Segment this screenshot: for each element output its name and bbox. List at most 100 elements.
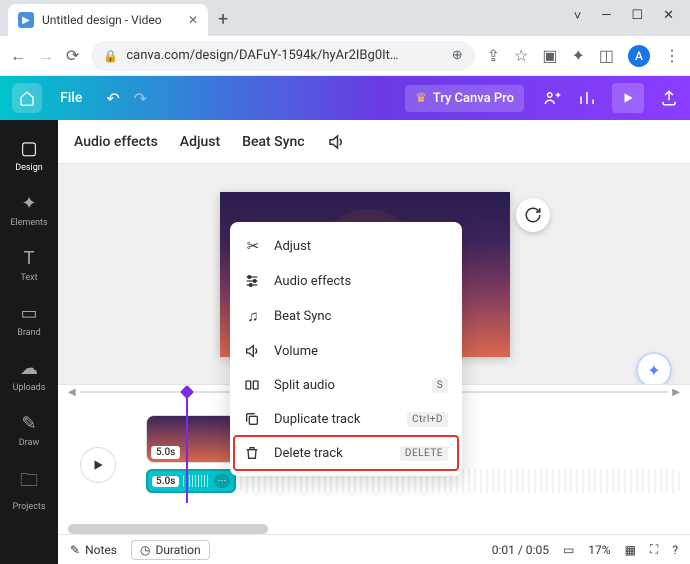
uploads-icon: ☁: [20, 358, 38, 379]
install-icon[interactable]: ▣: [542, 46, 557, 65]
sidebar-item-elements[interactable]: ✦ Elements: [0, 185, 58, 236]
design-icon: ▢: [20, 138, 37, 159]
tool-adjust[interactable]: Adjust: [180, 134, 220, 150]
browser-tab-bar: ▶ Untitled design - Video ✕ + ˅ — ☐ ✕: [0, 0, 690, 36]
sidebar-label: Uploads: [13, 383, 46, 393]
scroll-right-icon[interactable]: ▶: [672, 387, 680, 398]
sidebar-item-uploads[interactable]: ☁ Uploads: [0, 350, 58, 401]
share-export-icon[interactable]: [660, 89, 678, 107]
ctx-audio-effects[interactable]: Audio effects: [230, 264, 462, 298]
fullscreen-icon[interactable]: ⛶: [650, 542, 658, 557]
timeline-scrollbar[interactable]: [68, 524, 268, 534]
ctx-volume[interactable]: Volume: [230, 334, 462, 368]
share-icon[interactable]: ⇪: [487, 46, 500, 65]
browser-tab[interactable]: ▶ Untitled design - Video ✕: [8, 4, 208, 36]
elements-icon: ✦: [21, 193, 36, 214]
try-canva-pro-button[interactable]: ♛ Try Canva Pro: [405, 85, 524, 112]
kebab-menu-icon[interactable]: ⋮: [664, 46, 680, 65]
ctx-duplicate-track[interactable]: Duplicate track Ctrl+D: [230, 402, 462, 436]
clock-icon: ◷: [140, 543, 150, 557]
ctx-label: Adjust: [274, 239, 311, 254]
ctx-label: Delete track: [274, 446, 343, 461]
brand-icon: ▭: [20, 303, 37, 324]
extensions-icon[interactable]: ✦: [571, 46, 584, 65]
redo-icon[interactable]: ↷: [134, 89, 147, 108]
sidebar-label: Text: [20, 273, 37, 283]
present-button[interactable]: [612, 83, 644, 113]
file-menu[interactable]: File: [60, 90, 82, 106]
analytics-icon[interactable]: [578, 89, 596, 107]
ctx-beat-sync[interactable]: ♫ Beat Sync: [230, 298, 462, 334]
collaborators-icon[interactable]: [542, 89, 562, 107]
minimize-icon[interactable]: —: [601, 8, 611, 24]
timeline-play-button[interactable]: [80, 447, 116, 483]
scroll-left-icon[interactable]: ◀: [68, 387, 76, 398]
sidebar-item-draw[interactable]: ✎ Draw: [0, 405, 58, 456]
close-window-icon[interactable]: ✕: [663, 8, 674, 24]
audio-clip[interactable]: 5.0s ⋯: [146, 469, 236, 493]
ctx-split-audio[interactable]: Split audio S: [230, 368, 462, 402]
ctx-label: Volume: [274, 344, 318, 359]
sidebar-item-design[interactable]: ▢ Design: [0, 130, 58, 181]
clip-more-icon[interactable]: ⋯: [214, 474, 230, 488]
crown-icon: ♛: [415, 91, 427, 106]
undo-redo-group: ↶ ↷: [106, 89, 147, 108]
new-tab-button[interactable]: +: [218, 9, 228, 36]
sidepanel-icon[interactable]: ◫: [599, 46, 614, 65]
regenerate-button[interactable]: [516, 198, 550, 232]
close-tab-icon[interactable]: ✕: [188, 13, 198, 27]
volume-icon[interactable]: [327, 133, 345, 151]
star-icon[interactable]: ☆: [514, 46, 528, 65]
sidebar-label: Design: [15, 163, 43, 173]
undo-icon[interactable]: ↶: [106, 89, 119, 108]
forward-icon[interactable]: →: [38, 46, 54, 66]
ctx-shortcut: DELETE: [400, 446, 448, 461]
audio-clip-duration: 5.0s: [152, 476, 179, 487]
search-in-page-icon[interactable]: ⊕: [452, 48, 463, 63]
projects-icon: 🗀: [20, 468, 38, 498]
tool-audio-effects[interactable]: Audio effects: [74, 134, 158, 150]
ctx-label: Duplicate track: [274, 412, 360, 427]
home-button[interactable]: [12, 83, 42, 113]
tool-beat-sync[interactable]: Beat Sync: [242, 134, 304, 150]
video-clip[interactable]: 5.0s: [146, 415, 236, 463]
zoom-level[interactable]: 17%: [588, 543, 610, 557]
playhead[interactable]: [186, 391, 188, 503]
notes-button[interactable]: ✎ Notes: [70, 543, 117, 557]
ctx-shortcut: Ctrl+D: [407, 412, 448, 427]
video-clip-duration: 5.0s: [151, 446, 180, 459]
ctx-delete-track[interactable]: Delete track DELETE: [234, 436, 458, 470]
chevron-down-icon[interactable]: ˅: [574, 8, 582, 24]
canva-favicon: ▶: [18, 12, 34, 28]
ctx-label: Split audio: [274, 378, 335, 393]
draw-icon: ✎: [21, 413, 36, 434]
notes-icon: ✎: [70, 543, 80, 557]
back-icon[interactable]: ←: [10, 46, 26, 66]
profile-avatar[interactable]: A: [628, 45, 650, 67]
url-field[interactable]: 🔒 canva.com/design/DAFuY-1594k/hyAr2IBg0…: [91, 41, 474, 71]
reload-icon[interactable]: ⟳: [66, 46, 79, 65]
grid-view-icon[interactable]: ▦: [625, 543, 636, 557]
duration-button[interactable]: ◷ Duration: [131, 540, 210, 560]
sidebar-label: Brand: [17, 328, 40, 338]
tool-strip: Audio effects Adjust Beat Sync: [58, 120, 690, 164]
sidebar-item-brand[interactable]: ▭ Brand: [0, 295, 58, 346]
url-text: canva.com/design/DAFuY-1594k/hyAr2IBg0It…: [126, 48, 398, 63]
trash-icon: [244, 445, 262, 461]
notes-label: Notes: [85, 543, 117, 557]
split-icon: [244, 377, 262, 393]
duration-label: Duration: [155, 543, 200, 557]
help-icon[interactable]: ?: [672, 543, 678, 557]
scissors-icon: ✂: [244, 237, 262, 255]
sidebar-item-projects[interactable]: 🗀 Projects: [0, 460, 58, 520]
address-actions: ⇪ ☆ ▣ ✦ ◫ A ⋮: [487, 45, 680, 67]
ctx-adjust[interactable]: ✂ Adjust: [230, 228, 462, 264]
ctx-label: Beat Sync: [274, 309, 331, 324]
magic-sparkle-button[interactable]: ✦: [636, 352, 672, 388]
sidebar-item-text[interactable]: T Text: [0, 240, 58, 291]
window-controls: ˅ — ☐ ✕: [558, 0, 690, 32]
view-mode-icon[interactable]: ▭: [563, 543, 574, 557]
sidebar-label: Elements: [10, 218, 47, 228]
maximize-icon[interactable]: ☐: [631, 8, 643, 24]
address-bar: ← → ⟳ 🔒 canva.com/design/DAFuY-1594k/hyA…: [0, 36, 690, 76]
